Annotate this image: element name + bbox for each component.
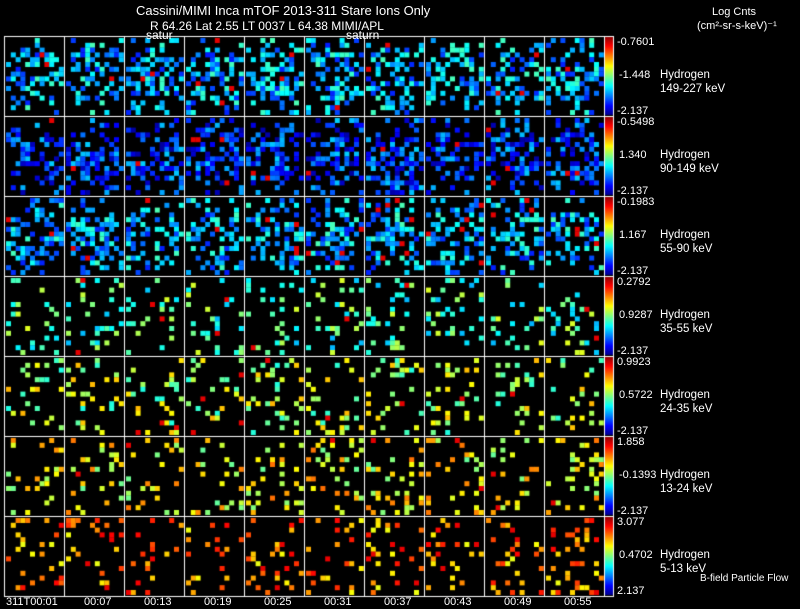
x-tick-label: 00:13 bbox=[144, 596, 172, 608]
x-tick-label: 00:49 bbox=[504, 596, 532, 608]
x-tick-label: 00:37 bbox=[384, 596, 412, 608]
x-tick-label: 00:31 bbox=[324, 596, 352, 608]
colorbar-max-label: 0.2792 bbox=[617, 276, 651, 288]
plot-title: Cassini/MIMI Inca mTOF 2013-311 Stare Io… bbox=[136, 3, 431, 18]
colorbar-max-label: -0.1983 bbox=[617, 196, 655, 208]
colorbar-max-label: 0.9923 bbox=[617, 356, 651, 368]
colorbar-mid-label: 0.5722 bbox=[619, 389, 653, 401]
x-tick-label: 00:25 bbox=[264, 596, 292, 608]
energy-range-label: 90-149 keV bbox=[660, 163, 719, 175]
species-label: Hydrogen bbox=[660, 309, 710, 321]
colorbar-max-label: 1.858 bbox=[617, 436, 645, 448]
planet-label: satur bbox=[146, 28, 173, 42]
species-label: Hydrogen bbox=[660, 469, 710, 481]
energy-range-label: 24-35 keV bbox=[660, 403, 713, 415]
x-tick-label: 00:07 bbox=[84, 596, 112, 608]
x-tick-label: 311T00:01 bbox=[6, 596, 58, 608]
species-label: Hydrogen bbox=[660, 549, 710, 561]
colorbar-max-label: -0.7601 bbox=[617, 36, 655, 48]
footer-note: B-field Particle Flow bbox=[700, 573, 789, 584]
colorbar-max-label: -0.5498 bbox=[617, 116, 655, 128]
colorbar-max-label: 3.077 bbox=[617, 516, 645, 528]
colorbar-mid-label: 1.340 bbox=[619, 149, 647, 161]
x-tick-label: 00:55 bbox=[564, 596, 592, 608]
species-label: Hydrogen bbox=[660, 389, 710, 401]
colorbar-mid-label: -1.448 bbox=[619, 69, 651, 81]
species-label: Hydrogen bbox=[660, 69, 710, 81]
colorbar-mid-label: -0.1393 bbox=[619, 469, 657, 481]
colorbar-mid-label: 0.4702 bbox=[619, 549, 653, 561]
planet-label: saturn bbox=[346, 28, 380, 42]
colorbar-mid-label: 1.167 bbox=[619, 229, 647, 241]
energy-range-label: 13-24 keV bbox=[660, 483, 713, 495]
x-tick-label: 00:19 bbox=[204, 596, 232, 608]
units-label: (cm²-sr-s-keV)⁻¹ bbox=[697, 20, 777, 32]
energy-range-label: 149-227 keV bbox=[660, 83, 726, 95]
energy-range-label: 55-90 keV bbox=[660, 243, 713, 255]
energy-range-label: 35-55 keV bbox=[660, 323, 713, 335]
x-tick-label: 00:43 bbox=[444, 596, 472, 608]
colorbar-mid-label: 0.9287 bbox=[619, 309, 653, 321]
species-label: Hydrogen bbox=[660, 149, 710, 161]
species-label: Hydrogen bbox=[660, 229, 710, 241]
units-label: Log Cnts bbox=[712, 6, 757, 18]
colorbar-min-label: 2.137 bbox=[617, 585, 645, 597]
